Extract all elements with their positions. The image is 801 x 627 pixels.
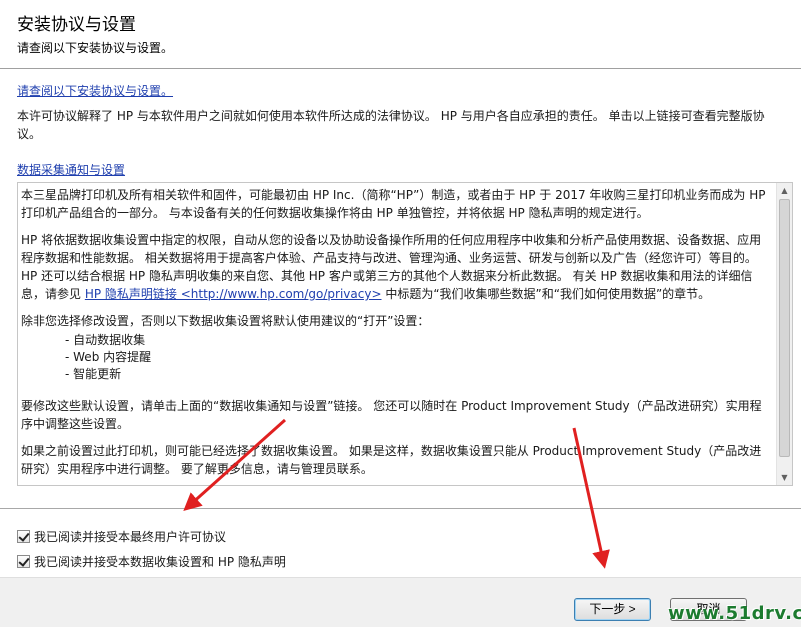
paragraph-default-settings: 除非您选择修改设置，否则以下数据收集设置将默认使用建议的“打开”设置： [21,314,430,328]
privacy-checkbox-row[interactable]: 我已阅读并接受本数据收集设置和 HP 隐私声明 [17,553,286,570]
page-title: 安装协议与设置 [17,15,136,35]
eula-checkbox[interactable] [17,530,30,543]
paragraph-text: 中标题为“我们收集哪些数据”和“我们如何使用数据”的章节。 [381,287,711,301]
list-item: - Web 内容提醒 [65,350,152,364]
paragraph-data-usage: HP 将依据数据收集设置中指定的权限，自动从您的设备以及协助设备操作所用的任何应… [21,231,773,303]
scroll-up-icon[interactable]: ▲ [777,183,792,198]
data-collection-text: 本三星品牌打印机及所有相关软件和固件，可能最初由 HP Inc.（简称“HP”）… [18,183,776,485]
list-item: - 智能更新 [65,367,122,381]
watermark-logo: www.51drv.com [668,603,801,624]
privacy-checkbox[interactable] [17,555,30,568]
eula-checkbox-label: 我已阅读并接受本最终用户许可协议 [34,530,227,544]
privacy-statement-link[interactable]: HP 隐私声明链接 <http://www.hp.com/go/privacy> [85,287,382,301]
paragraph-previous-setup: 如果之前设置过此打印机，则可能已经选择了数据收集设置。 如果是这样，数据收集设置… [21,444,762,476]
vertical-scrollbar[interactable]: ▲ ▼ [776,183,792,485]
paragraph-samsung-hp: 本三星品牌打印机及所有相关软件和固件，可能最初由 HP Inc.（简称“HP”）… [21,188,766,220]
paragraph-modify-settings: 要修改这些默认设置，请单击上面的“数据收集通知与设置”链接。 您还可以随时在 P… [21,399,762,431]
next-button[interactable]: 下一步 > [574,598,651,621]
license-agreement-link[interactable]: 请查阅以下安装协议与设置。 [17,82,173,99]
scroll-down-icon[interactable]: ▼ [777,470,792,485]
list-item: - 自动数据收集 [65,333,146,347]
page-subtitle: 请查阅以下安装协议与设置。 [17,41,174,55]
data-collection-textbox[interactable]: 本三星品牌打印机及所有相关软件和固件，可能最初由 HP Inc.（简称“HP”）… [17,182,793,486]
content-area: 请查阅以下安装协议与设置。 本许可协议解释了 HP 与本软件用户之间就如何使用本… [0,70,801,508]
eula-checkbox-row[interactable]: 我已阅读并接受本最终用户许可协议 [17,528,226,545]
agreement-checkboxes: 我已阅读并接受本最终用户许可协议 我已阅读并接受本数据收集设置和 HP 隐私声明 [0,509,801,577]
privacy-checkbox-label: 我已阅读并接受本数据收集设置和 HP 隐私声明 [34,555,286,569]
data-collection-link[interactable]: 数据采集通知与设置 [17,161,125,178]
license-description: 本许可协议解释了 HP 与本软件用户之间就如何使用本软件所达成的法律协议。 HP… [17,109,765,141]
header: 安装协议与设置 请查阅以下安装协议与设置。 [0,0,801,69]
default-settings-list: - 自动数据收集 - Web 内容提醒 - 智能更新 [21,332,773,383]
scrollbar-thumb[interactable] [779,199,790,457]
